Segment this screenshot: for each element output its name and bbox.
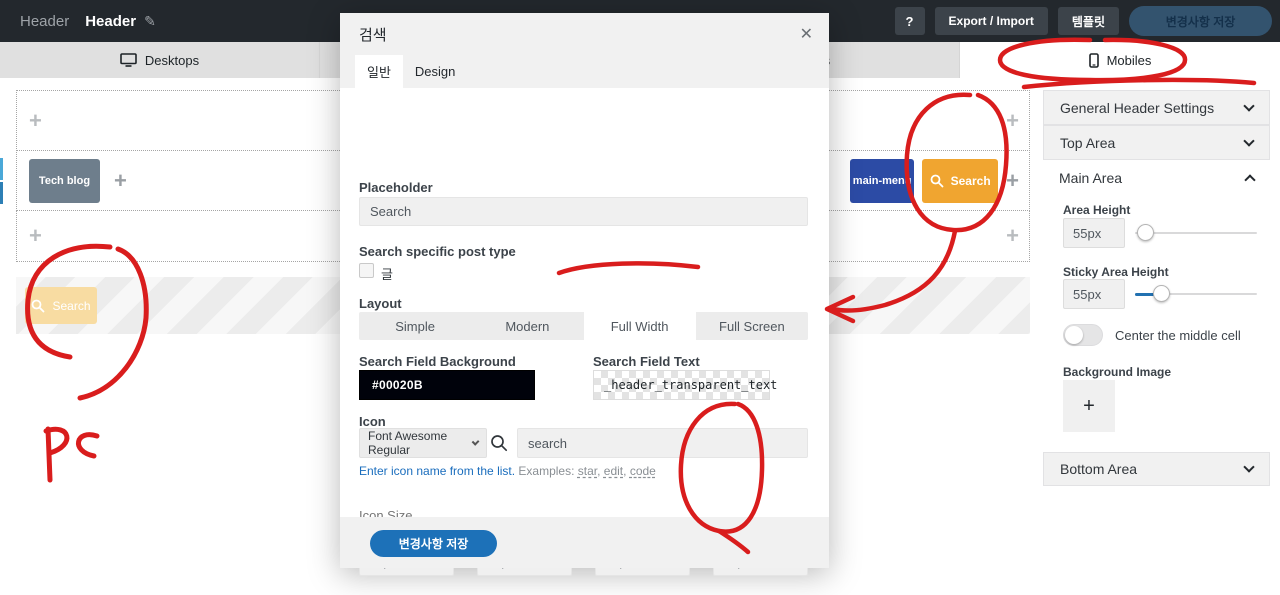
accordion-label: General Header Settings bbox=[1060, 99, 1215, 116]
sticky-area-height-slider[interactable] bbox=[1135, 279, 1257, 309]
icon-list-link[interactable]: Enter icon name from the list. bbox=[359, 464, 515, 478]
modal-footer: 변경사항 저장 bbox=[340, 517, 829, 568]
layout-option-full-screen[interactable]: Full Screen bbox=[696, 312, 808, 340]
save-changes-button-modal[interactable]: 변경사항 저장 bbox=[370, 530, 497, 557]
main-menu-element[interactable]: main-menu bbox=[850, 158, 915, 203]
topbar-actions: ? Export / Import 템플릿 변경사항 저장 bbox=[894, 0, 1272, 42]
accordion-label: Bottom Area bbox=[1060, 461, 1138, 477]
template-button[interactable]: 템플릿 bbox=[1057, 7, 1119, 35]
example-edit-link[interactable]: edit bbox=[604, 464, 623, 478]
search-field-text-swatch[interactable]: _header_transparent_text bbox=[593, 370, 777, 400]
tab-mobiles[interactable]: Mobiles bbox=[960, 42, 1280, 78]
add-element-button[interactable]: + bbox=[1006, 169, 1019, 192]
modal-body: Placeholder Search specific post type 글 … bbox=[340, 88, 829, 576]
placeholder-input[interactable] bbox=[359, 197, 808, 226]
search-icon bbox=[32, 299, 45, 312]
sticky-area-height-label: Sticky Area Height bbox=[1063, 265, 1169, 279]
left-edge-sliver bbox=[0, 182, 3, 204]
accordion-main-area[interactable]: Main Area bbox=[1043, 160, 1270, 195]
accordion-general-header-settings[interactable]: General Header Settings bbox=[1043, 90, 1270, 125]
color-value: _header_transparent_text bbox=[604, 378, 778, 392]
modal-header: 검색 ✕ bbox=[340, 13, 829, 55]
chevron-down-icon bbox=[1243, 134, 1255, 147]
add-background-image-button[interactable]: + bbox=[1063, 380, 1115, 432]
post-type-label: Search specific post type bbox=[359, 244, 516, 259]
accordion-top-area[interactable]: Top Area bbox=[1043, 125, 1270, 160]
accordion-label: Top Area bbox=[1060, 134, 1116, 151]
hint-prefix: Examples: bbox=[515, 464, 578, 478]
search-element-label: Search bbox=[52, 298, 91, 313]
center-middle-cell-label: Center the middle cell bbox=[1115, 328, 1241, 343]
add-element-button[interactable]: + bbox=[114, 169, 127, 192]
layout-label: Layout bbox=[359, 296, 402, 311]
add-element-button[interactable]: + bbox=[1006, 109, 1019, 132]
left-edge-sliver bbox=[0, 158, 3, 180]
chevron-up-icon bbox=[1244, 173, 1256, 186]
icon-label: Icon bbox=[359, 414, 386, 429]
center-middle-cell-toggle[interactable] bbox=[1063, 324, 1103, 346]
chevron-down-icon bbox=[1243, 461, 1255, 473]
icon-name-input[interactable] bbox=[517, 428, 808, 458]
modal-tab-bar: 일반 Design bbox=[340, 55, 829, 88]
color-value: #00020B bbox=[372, 378, 423, 392]
placeholder-label: Placeholder bbox=[359, 180, 433, 195]
slider-handle[interactable] bbox=[1137, 224, 1154, 241]
save-changes-button-topbar[interactable]: 변경사항 저장 bbox=[1129, 6, 1272, 36]
post-type-checkbox[interactable] bbox=[359, 263, 374, 278]
background-image-label: Background Image bbox=[1063, 365, 1172, 379]
sticky-area-height-input[interactable] bbox=[1063, 279, 1125, 309]
search-icon bbox=[491, 435, 508, 452]
area-height-label: Area Height bbox=[1063, 203, 1131, 217]
layout-segmented-control: Simple Modern Full Width Full Screen bbox=[359, 312, 808, 340]
pc-handwriting-annotation bbox=[43, 426, 100, 483]
search-settings-modal: 검색 ✕ 일반 Design Placeholder Search specif… bbox=[340, 13, 829, 576]
add-element-button[interactable]: + bbox=[29, 225, 42, 247]
toggle-knob bbox=[1065, 326, 1083, 344]
tab-label: Mobiles bbox=[1106, 52, 1152, 68]
icon-font-select[interactable]: Font Awesome Regular bbox=[359, 428, 487, 458]
accordion-label: Main Area bbox=[1059, 169, 1123, 186]
edit-pencil-icon[interactable]: ✎ bbox=[144, 13, 156, 30]
desktop-icon bbox=[120, 53, 137, 67]
post-type-option-label: 글 bbox=[381, 267, 393, 282]
example-star-link[interactable]: star bbox=[578, 464, 597, 478]
modal-tab-general[interactable]: 일반 bbox=[355, 55, 403, 88]
chevron-down-icon bbox=[1243, 99, 1255, 112]
layout-option-modern[interactable]: Modern bbox=[471, 312, 583, 340]
hint-sep: , bbox=[597, 464, 604, 478]
icon-hint: Enter icon name from the list. Examples:… bbox=[359, 464, 656, 478]
modal-title: 검색 bbox=[359, 26, 387, 44]
page-title: Header bbox=[85, 12, 137, 30]
layout-option-simple[interactable]: Simple bbox=[359, 312, 471, 340]
header-builder-page: Header Header ✎ ? Export / Import 템플릿 변경… bbox=[0, 0, 1280, 595]
area-height-slider[interactable] bbox=[1135, 218, 1257, 248]
icon-font-value: Font Awesome Regular bbox=[368, 429, 448, 457]
search-element[interactable]: Search bbox=[922, 158, 999, 203]
hint-sep: , bbox=[623, 464, 630, 478]
search-element-label: Search bbox=[950, 173, 991, 188]
search-icon bbox=[930, 174, 944, 187]
area-height-input[interactable] bbox=[1063, 218, 1125, 248]
search-field-background-label: Search Field Background bbox=[359, 354, 516, 369]
add-element-button[interactable]: + bbox=[1006, 225, 1019, 247]
example-code-link[interactable]: code bbox=[630, 464, 656, 478]
search-field-background-swatch[interactable]: #00020B bbox=[359, 370, 535, 400]
slider-handle[interactable] bbox=[1153, 285, 1170, 302]
modal-tab-design[interactable]: Design bbox=[403, 55, 467, 88]
mobile-icon bbox=[1088, 52, 1099, 68]
mobiles-tab-underline-annotation bbox=[1021, 77, 1257, 90]
close-icon[interactable]: ✕ bbox=[800, 24, 813, 44]
search-element-faded[interactable]: Search bbox=[25, 287, 97, 324]
tab-desktops[interactable]: Desktops bbox=[0, 42, 320, 78]
search-field-text-label: Search Field Text bbox=[593, 354, 700, 369]
help-button[interactable]: ? bbox=[894, 7, 925, 35]
tab-label: Desktops bbox=[144, 52, 200, 68]
add-element-button[interactable]: + bbox=[29, 109, 42, 132]
layout-option-full-width[interactable]: Full Width bbox=[583, 312, 696, 340]
breadcrumb: Header bbox=[20, 12, 70, 30]
accordion-bottom-area[interactable]: Bottom Area bbox=[1043, 452, 1270, 486]
export-import-button[interactable]: Export / Import bbox=[934, 7, 1048, 35]
tech-blog-element[interactable]: Tech blog bbox=[29, 158, 100, 203]
